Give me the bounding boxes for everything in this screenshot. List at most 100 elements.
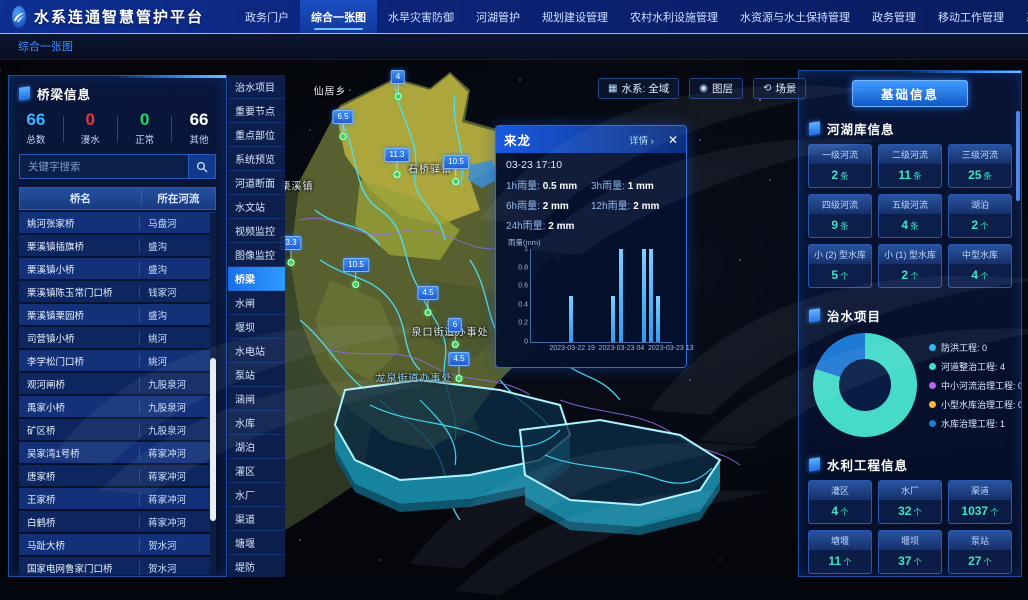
search-input[interactable]	[19, 154, 188, 179]
nav-item-6[interactable]: 农村水利设施管理	[619, 0, 729, 33]
layer-item-重点部位[interactable]: 重点部位	[228, 123, 285, 147]
map-marker[interactable]: 4.5	[448, 352, 469, 382]
layer-item-河道断面[interactable]: 河道断面	[228, 171, 285, 195]
layer-item-重要节点[interactable]: 重要节点	[228, 99, 285, 123]
station-popup: 来龙 详情 › ✕ 03-23 17:10 1h雨量: 0.5 mm3h雨量: …	[495, 125, 687, 368]
layer-item-水电站[interactable]: 水电站	[228, 339, 285, 363]
layer-item-泵站[interactable]: 泵站	[228, 363, 285, 387]
layer-item-堤防[interactable]: 堤防	[228, 555, 285, 577]
layer-item-水厂[interactable]: 水厂	[228, 483, 285, 507]
layer-item-水库[interactable]: 水库	[228, 411, 285, 435]
stat-divider	[117, 116, 118, 142]
y-tick-label: 0.8	[518, 264, 528, 271]
nav-item-4[interactable]: 河湖管护	[465, 0, 531, 33]
map-marker[interactable]: 4.5	[417, 286, 438, 316]
rain-bar	[642, 249, 646, 342]
layer-item-涵闸[interactable]: 涵闸	[228, 387, 285, 411]
card-unit: 个	[990, 507, 999, 517]
map-control-label: 水系: 全域	[621, 81, 669, 96]
marker-value-badge: 10.5	[343, 258, 369, 272]
rain-stat: 12h雨量: 2 mm	[591, 197, 676, 212]
table-scroll-thumb[interactable]	[210, 358, 216, 521]
close-icon[interactable]: ✕	[668, 134, 678, 146]
nav-item-9[interactable]: 移动工作管理	[927, 0, 1015, 33]
card-label: 一级河流	[809, 145, 871, 164]
base-info-button[interactable]: 基础信息	[852, 80, 968, 107]
map-marker[interactable]: 10.5	[443, 155, 469, 185]
cell-bridge-name: 矿区桥	[19, 423, 139, 437]
cell-bridge-name: 观河闸桥	[19, 377, 139, 391]
rain-stat-label: 12h雨量:	[591, 201, 633, 212]
search-button[interactable]	[188, 154, 216, 179]
table-row[interactable]: 栗溪镇插旗桥盛沟	[19, 235, 216, 256]
nav-item-8[interactable]: 政务管理	[861, 0, 927, 33]
layer-item-视频监控[interactable]: 视频监控	[228, 219, 285, 243]
cell-bridge-name: 王家桥	[19, 492, 139, 506]
rivers-section-header: 河湖库信息	[799, 111, 1021, 142]
cell-bridge-name: 姚河张家桥	[19, 216, 139, 230]
breadcrumb[interactable]: 综合一张图	[18, 38, 73, 54]
works-section-header: 水利工程信息	[799, 447, 1021, 478]
table-row[interactable]: 马趾大桥贺水河	[19, 534, 216, 555]
map-control-scene[interactable]: ⟲场景	[753, 78, 806, 99]
map-marker[interactable]: 11.3	[385, 148, 410, 178]
nav-item-7[interactable]: 水资源与水土保持管理	[729, 0, 861, 33]
table-row[interactable]: 栗溪镇小桥盛沟	[19, 258, 216, 279]
table-row[interactable]: 白鹤桥蒋家冲河	[19, 511, 216, 532]
map-control-layers[interactable]: ◉图层	[689, 78, 743, 99]
layer-item-湖泊[interactable]: 湖泊	[228, 435, 285, 459]
table-row[interactable]: 禹家小桥九股泉河	[19, 396, 216, 417]
marker-dot-icon	[352, 281, 359, 288]
table-row[interactable]: 唐家桥蒋家冲河	[19, 465, 216, 486]
layer-item-水文站[interactable]: 水文站	[228, 195, 285, 219]
table-row[interactable]: 栗溪镇陈玉常门口桥钱家河	[19, 281, 216, 302]
table-scrollbar[interactable]	[210, 213, 216, 575]
grid-icon: ▦	[608, 83, 617, 94]
legend-dot-icon	[929, 401, 936, 408]
legend-label: 水库治理工程: 1	[941, 417, 1005, 430]
table-row[interactable]: 吴家湾1号桥蒋家冲河	[19, 442, 216, 463]
card-unit: 个	[980, 271, 989, 281]
table-row[interactable]: 司营镇小桥姚河	[19, 327, 216, 348]
map-marker[interactable]: 6.5	[332, 110, 353, 140]
table-row[interactable]: 李学松门口桥姚河	[19, 350, 216, 371]
layer-item-水闸[interactable]: 水闸	[228, 291, 285, 315]
map-marker[interactable]: 10.5	[343, 258, 369, 288]
card-unit: 个	[843, 557, 852, 567]
marker-stem	[454, 332, 455, 341]
layer-item-塘堰[interactable]: 塘堰	[228, 531, 285, 555]
rain-stats-grid: 1h雨量: 0.5 mm3h雨量: 1 mm6h雨量: 2 mm12h雨量: 2…	[506, 177, 676, 237]
nav-item-2[interactable]: 综合一张图	[300, 0, 377, 33]
table-row[interactable]: 国家电网鲁家门口桥贺水河	[19, 557, 216, 575]
table-row[interactable]: 栗溪镇栗园桥盛沟	[19, 304, 216, 325]
card-value: 4个	[949, 264, 1011, 287]
card-value: 2条	[809, 164, 871, 187]
nav-item-5[interactable]: 规划建设管理	[531, 0, 619, 33]
layer-item-灌区[interactable]: 灌区	[228, 459, 285, 483]
map-marker[interactable]: 4	[391, 70, 405, 100]
layer-item-系统预览[interactable]: 系统预览	[228, 147, 285, 171]
card-label: 湖泊	[949, 195, 1011, 214]
nav-item-10[interactable]: 系统管理	[1015, 0, 1028, 33]
card-value: 32个	[879, 500, 941, 523]
right-panel-scroll-thumb[interactable]	[1016, 111, 1020, 201]
layer-item-图像监控[interactable]: 图像监控	[228, 243, 285, 267]
layer-item-堰坝[interactable]: 堰坝	[228, 315, 285, 339]
layer-item-渠道[interactable]: 渠道	[228, 507, 285, 531]
table-row[interactable]: 矿区桥九股泉河	[19, 419, 216, 440]
table-row[interactable]: 姚河张家桥马盘河	[19, 212, 216, 233]
layer-item-桥梁[interactable]: 桥梁	[228, 267, 285, 291]
rain-stat-value: 2 mm	[633, 201, 659, 212]
table-row[interactable]: 观河闸桥九股泉河	[19, 373, 216, 394]
map-control-grid[interactable]: ▦ 水系: 全域	[598, 78, 679, 99]
card-value: 2个	[949, 214, 1011, 237]
nav-item-1[interactable]: 政务门户	[234, 0, 300, 33]
table-row[interactable]: 王家桥蒋家冲河	[19, 488, 216, 509]
marker-stem	[396, 162, 397, 171]
layer-item-治水项目[interactable]: 治水项目	[228, 75, 285, 99]
map-marker[interactable]: 6	[448, 318, 462, 348]
popup-detail-link[interactable]: 详情 ›	[629, 133, 654, 147]
projects-donut-chart	[813, 333, 917, 437]
nav-item-3[interactable]: 水旱灾害防御	[377, 0, 465, 33]
bridge-panel-header: 桥梁信息	[9, 76, 226, 107]
